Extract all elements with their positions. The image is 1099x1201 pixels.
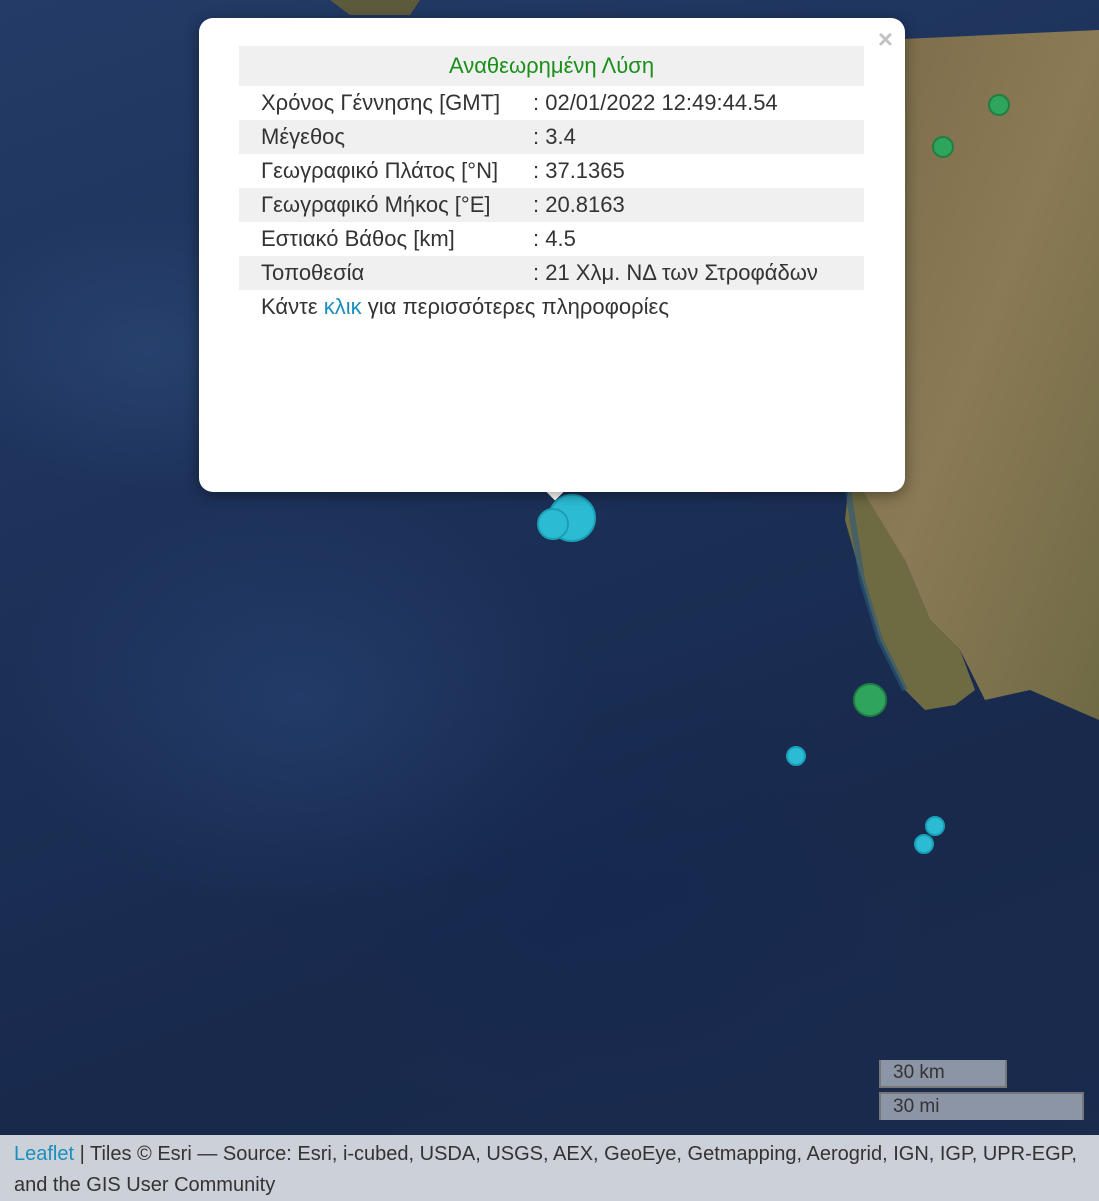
detail-value-longitude: : 20.8163: [527, 188, 864, 222]
detail-label-longitude: Γεωγραφικό Μήκος [°E]: [239, 188, 527, 222]
earthquake-marker[interactable]: [932, 136, 954, 158]
attribution-bar: Leaflet | Tiles © Esri — Source: Esri, i…: [0, 1135, 1099, 1201]
detail-label-magnitude: Μέγεθος: [239, 120, 527, 154]
more-info-link[interactable]: κλικ: [324, 294, 362, 319]
island-north: [330, 0, 420, 15]
earthquake-marker[interactable]: [914, 834, 934, 854]
detail-value-latitude: : 37.1365: [533, 158, 625, 183]
detail-value-depth: : 4.5: [533, 226, 576, 251]
attribution-text: | Tiles © Esri — Source: Esri, i-cubed, …: [14, 1143, 1077, 1196]
more-info-suffix: για περισσότερες πληροφορίες: [361, 294, 669, 319]
more-info-prefix: Κάντε: [261, 294, 324, 319]
earthquake-details-table: Αναθεωρημένη Λύση Χρόνος Γέννησης [GMT] …: [239, 46, 864, 324]
leaflet-link[interactable]: Leaflet: [14, 1143, 74, 1165]
scale-bar-mi: 30 mi: [879, 1092, 1084, 1120]
earthquake-marker[interactable]: [786, 746, 806, 766]
popup-title: Αναθεωρημένη Λύση: [239, 46, 864, 86]
earthquake-marker[interactable]: [925, 816, 945, 836]
detail-value-location: : 21 Χλμ. ΝΔ των Στροφάδων: [527, 256, 864, 290]
scale-bar-km: 30 km: [879, 1060, 1007, 1088]
earthquake-marker[interactable]: [988, 94, 1010, 116]
detail-label-origin-time: Χρόνος Γέννησης [GMT]: [261, 90, 501, 115]
earthquake-marker[interactable]: [853, 683, 887, 717]
earthquake-popup: × Αναθεωρημένη Λύση Χρόνος Γέννησης [GMT…: [199, 18, 905, 492]
detail-value-origin-time: : 02/01/2022 12:49:44.54: [533, 90, 778, 115]
detail-label-latitude: Γεωγραφικό Πλάτος [°N]: [261, 158, 499, 183]
more-info-text: Κάντε κλικ για περισσότερες πληροφορίες: [239, 290, 864, 324]
detail-label-depth: Εστιακό Βάθος [km]: [261, 226, 455, 251]
detail-value-magnitude: : 3.4: [527, 120, 864, 154]
close-icon[interactable]: ×: [878, 26, 893, 52]
map-canvas[interactable]: × Αναθεωρημένη Λύση Χρόνος Γέννησης [GMT…: [0, 0, 1099, 1201]
detail-label-location: Τοποθεσία: [239, 256, 527, 290]
